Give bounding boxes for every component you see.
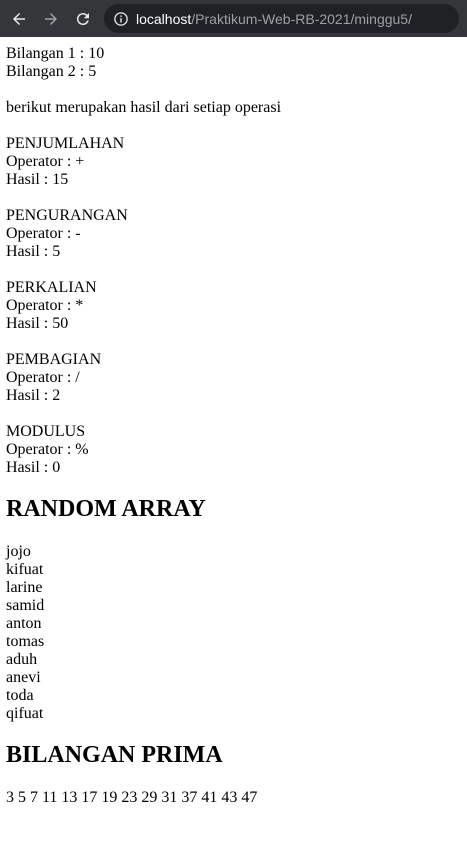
random-array-list: jojo kifuat larine samid anton tomas adu… (6, 543, 461, 723)
list-item: samid (6, 597, 45, 614)
arrow-right-icon (45, 12, 57, 25)
url-path: /Praktikum-Web-RB-2021/minggu5/ (191, 10, 412, 27)
operation-block: PERKALIAN Operator : * Hasil : 50 (6, 279, 461, 333)
random-array-heading: RANDOM ARRAY (6, 496, 206, 522)
operation-block: MODULUS Operator : % Hasil : 0 (6, 423, 461, 477)
prime-heading: BILANGAN PRIMA (6, 742, 223, 768)
operation-result: Hasil : 50 (6, 315, 69, 332)
address-bar[interactable]: localhost/Praktikum-Web-RB-2021/minggu5/ (104, 4, 459, 33)
operation-result: Hasil : 2 (6, 387, 61, 404)
operation-title: PEMBAGIAN (6, 351, 102, 368)
number-inputs: Bilangan 1 : 10 Bilangan 2 : 5 (6, 45, 461, 81)
operation-title: MODULUS (6, 423, 86, 440)
operation-result: Hasil : 0 (6, 459, 61, 476)
browser-toolbar: localhost/Praktikum-Web-RB-2021/minggu5/ (0, 0, 467, 37)
operation-operator: Operator : + (6, 153, 85, 170)
operation-block: PEMBAGIAN Operator : / Hasil : 2 (6, 351, 461, 405)
operation-result: Hasil : 15 (6, 171, 69, 188)
list-item: tomas (6, 633, 45, 650)
operation-block: PENJUMLAHAN Operator : + Hasil : 15 (6, 135, 461, 189)
list-item: aduh (6, 651, 38, 668)
reload-icon (76, 12, 89, 25)
forward-button[interactable] (38, 6, 64, 32)
list-item: kifuat (6, 561, 44, 578)
operation-operator: Operator : / (6, 369, 80, 386)
intro-text: berikut merupakan hasil dari setiap oper… (6, 99, 282, 116)
info-icon[interactable] (114, 11, 128, 26)
arrow-left-icon (13, 12, 25, 25)
list-item: anton (6, 615, 42, 632)
back-button[interactable] (6, 6, 32, 32)
page-content: Bilangan 1 : 10 Bilangan 2 : 5 berikut m… (0, 37, 467, 807)
operation-operator: Operator : - (6, 225, 81, 242)
operation-operator: Operator : % (6, 441, 89, 458)
operation-title: PENGURANGAN (6, 207, 128, 224)
url-host: localhost (136, 10, 192, 27)
operation-title: PERKALIAN (6, 279, 97, 296)
bilangan-1: Bilangan 1 : 10 (6, 45, 105, 62)
list-item: qifuat (6, 705, 44, 722)
list-item: toda (6, 687, 34, 704)
bilangan-2: Bilangan 2 : 5 (6, 63, 97, 80)
operation-block: PENGURANGAN Operator : - Hasil : 5 (6, 207, 461, 261)
list-item: jojo (6, 543, 31, 560)
list-item: larine (6, 579, 43, 596)
operation-operator: Operator : * (6, 297, 84, 314)
reload-button[interactable] (70, 6, 96, 32)
operation-title: PENJUMLAHAN (6, 135, 125, 152)
list-item: anevi (6, 669, 41, 686)
operation-result: Hasil : 5 (6, 243, 61, 260)
prime-list: 3 5 7 11 13 17 19 23 29 31 37 41 43 47 (6, 789, 258, 806)
